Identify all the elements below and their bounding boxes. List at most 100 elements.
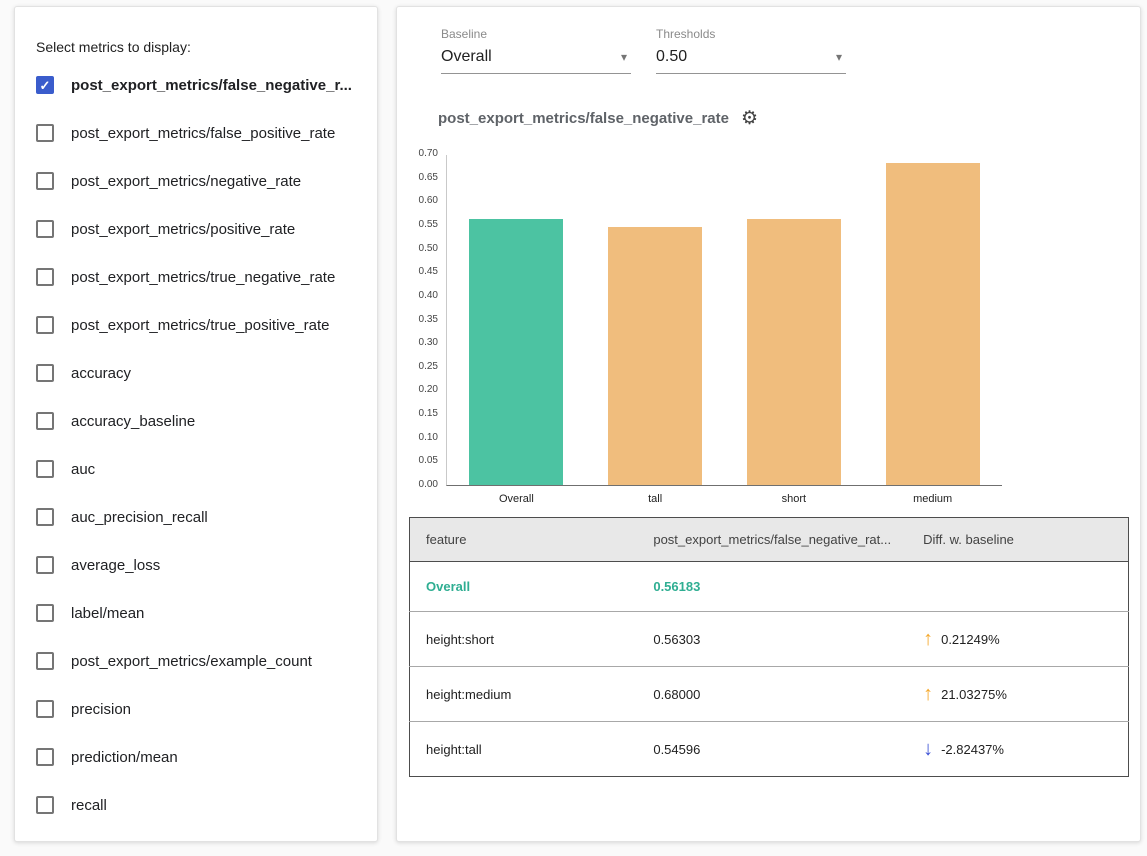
- diff-value: 0.21249%: [941, 632, 1000, 647]
- metric-item[interactable]: ✓ accuracy_baseline: [15, 397, 377, 445]
- metric-item[interactable]: ✓ average_loss: [15, 541, 377, 589]
- metric-checkbox[interactable]: ✓: [36, 460, 54, 478]
- baseline-label: Baseline: [441, 27, 631, 41]
- col-header-feature: feature: [410, 518, 638, 562]
- metric-label: post_export_metrics/positive_rate: [71, 221, 295, 238]
- x-axis-label: Overall: [447, 493, 586, 505]
- bars: Overalltallshortmedium: [447, 155, 1002, 485]
- results-panel: Baseline Overall ▾ Thresholds 0.50 ▾ pos…: [396, 6, 1141, 842]
- metric-label: prediction/mean: [71, 749, 178, 766]
- metric-label: recall: [71, 797, 107, 814]
- bar-short[interactable]: [747, 219, 841, 485]
- x-axis-label: short: [725, 493, 864, 505]
- metric-checkbox[interactable]: ✓: [36, 172, 54, 190]
- bar-tall[interactable]: [608, 227, 702, 485]
- y-tick-label: 0.35: [419, 314, 438, 326]
- value-cell: 0.56183: [637, 562, 907, 612]
- arrow-up-icon: ↑: [923, 684, 933, 704]
- metric-item[interactable]: ✓ auc: [15, 445, 377, 493]
- metric-item[interactable]: ✓ accuracy: [15, 349, 377, 397]
- metric-checkbox[interactable]: ✓: [36, 364, 54, 382]
- checkmark-icon: ✓: [40, 79, 51, 92]
- y-tick-label: 0.40: [419, 290, 438, 302]
- metric-item[interactable]: ✓ post_export_metrics/example_count: [15, 637, 377, 685]
- metric-item[interactable]: ✓ prediction/mean: [15, 733, 377, 781]
- gear-icon[interactable]: ⚙: [741, 109, 758, 128]
- table-body: Overall 0.56183 height:short 0.56303 ↑ 0…: [410, 562, 1129, 777]
- feature-cell: Overall: [410, 562, 638, 612]
- y-tick-label: 0.20: [419, 384, 438, 396]
- baseline-dropdown[interactable]: Overall ▾: [441, 46, 631, 74]
- metric-checkbox[interactable]: ✓: [36, 748, 54, 766]
- metric-item[interactable]: ✓ precision: [15, 685, 377, 733]
- y-tick-label: 0.30: [419, 337, 438, 349]
- metric-checkbox[interactable]: ✓: [36, 556, 54, 574]
- col-header-diff: Diff. w. baseline: [907, 518, 1128, 562]
- metric-item[interactable]: ✓ post_export_metrics/false_positive_rat…: [15, 109, 377, 157]
- metric-checkbox[interactable]: ✓: [36, 700, 54, 718]
- metric-item[interactable]: ✓ label/mean: [15, 589, 377, 637]
- metric-checkbox[interactable]: ✓: [36, 316, 54, 334]
- y-tick-label: 0.50: [419, 243, 438, 255]
- metric-label: label/mean: [71, 605, 144, 622]
- metric-label: precision: [71, 701, 131, 718]
- metric-checkbox[interactable]: ✓: [36, 604, 54, 622]
- metric-item[interactable]: ✓ post_export_metrics/true_positive_rate: [15, 301, 377, 349]
- metric-checkbox[interactable]: ✓: [36, 268, 54, 286]
- y-tick-label: 0.10: [419, 432, 438, 444]
- feature-cell: height:short: [410, 612, 638, 667]
- metric-checkbox[interactable]: ✓: [36, 220, 54, 238]
- metric-item[interactable]: ✓ post_export_metrics/negative_rate: [15, 157, 377, 205]
- metric-checkbox[interactable]: ✓: [36, 796, 54, 814]
- bar-chart: 0.000.050.100.150.200.250.300.350.400.45…: [446, 155, 1002, 486]
- diff-cell: ↓ -2.82437%: [907, 722, 1128, 777]
- bar-slot: short: [725, 155, 864, 485]
- metric-item[interactable]: ✓ recall: [15, 781, 377, 829]
- metrics-selector-panel: Select metrics to display: ✓ post_export…: [14, 6, 378, 842]
- y-tick-label: 0.25: [419, 361, 438, 373]
- metric-checkbox[interactable]: ✓: [36, 76, 54, 94]
- chart-header: post_export_metrics/false_negative_rate …: [438, 109, 758, 128]
- metric-label: post_export_metrics/example_count: [71, 653, 312, 670]
- table-row: height:tall 0.54596 ↓ -2.82437%: [410, 722, 1129, 777]
- arrow-up-icon: ↑: [923, 629, 933, 649]
- metric-item[interactable]: ✓ post_export_metrics/positive_rate: [15, 205, 377, 253]
- feature-cell: height:tall: [410, 722, 638, 777]
- metric-label: post_export_metrics/true_negative_rate: [71, 269, 335, 286]
- y-axis: 0.000.050.100.150.200.250.300.350.400.45…: [404, 155, 442, 485]
- table-header-row: feature post_export_metrics/false_negati…: [410, 518, 1129, 562]
- metric-checkbox[interactable]: ✓: [36, 124, 54, 142]
- chevron-down-icon: ▾: [836, 50, 842, 64]
- value-cell: 0.54596: [637, 722, 907, 777]
- metric-label: post_export_metrics/negative_rate: [71, 173, 301, 190]
- y-tick-label: 0.15: [419, 408, 438, 420]
- bar-Overall[interactable]: [469, 219, 563, 485]
- x-axis-label: medium: [863, 493, 1002, 505]
- metric-checkbox[interactable]: ✓: [36, 508, 54, 526]
- diff-cell: ↑ 21.03275%: [907, 667, 1128, 722]
- metric-item[interactable]: ✓ auc_precision_recall: [15, 493, 377, 541]
- metric-label: auc_precision_recall: [71, 509, 208, 526]
- metric-item[interactable]: ✓ post_export_metrics/false_negative_r..…: [15, 61, 377, 109]
- bar-slot: medium: [863, 155, 1002, 485]
- metric-label: average_loss: [71, 557, 160, 574]
- diff-cell: [907, 562, 1128, 612]
- metrics-selector-title: Select metrics to display:: [36, 39, 377, 55]
- y-tick-label: 0.00: [419, 479, 438, 491]
- value-cell: 0.56303: [637, 612, 907, 667]
- bar-medium[interactable]: [886, 163, 980, 485]
- metric-label: post_export_metrics/false_positive_rate: [71, 125, 335, 142]
- thresholds-dropdown[interactable]: 0.50 ▾: [656, 46, 846, 74]
- y-tick-label: 0.45: [419, 266, 438, 278]
- table-row: Overall 0.56183: [410, 562, 1129, 612]
- metric-checkbox[interactable]: ✓: [36, 412, 54, 430]
- metric-checkbox[interactable]: ✓: [36, 652, 54, 670]
- metric-item[interactable]: ✓ post_export_metrics/true_negative_rate: [15, 253, 377, 301]
- y-tick-label: 0.70: [419, 148, 438, 160]
- metric-label: accuracy: [71, 365, 131, 382]
- thresholds-select: Thresholds 0.50 ▾: [656, 27, 846, 74]
- metrics-list: ✓ post_export_metrics/false_negative_r..…: [15, 61, 377, 829]
- bar-slot: tall: [586, 155, 725, 485]
- y-tick-label: 0.55: [419, 219, 438, 231]
- baseline-selected-value: Overall: [441, 48, 492, 66]
